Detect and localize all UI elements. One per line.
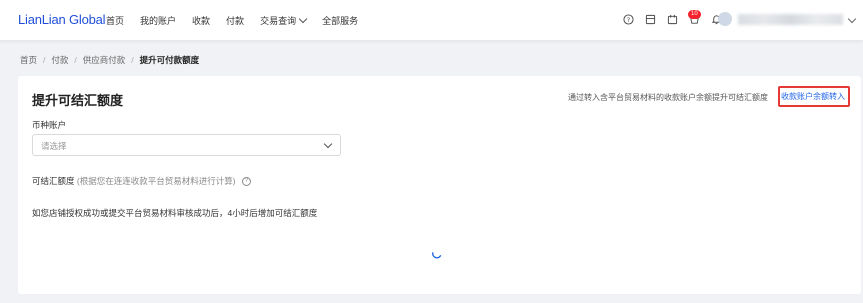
user-avatar[interactable] xyxy=(718,12,732,26)
select-placeholder: 请选择 xyxy=(41,141,67,151)
breadcrumb: 首页 / 付款 / 供应商付款 / 提升可付款额度 xyxy=(20,54,199,66)
settlement-quota-note: (根据您在连连收款平台贸易材料进行计算) xyxy=(76,176,236,186)
quota-increase-notice: 如您店铺授权成功或提交平台贸易材料审核成功后，4小时后增加可结汇额度 xyxy=(32,208,318,218)
nav-transaction-query[interactable]: 交易查询 xyxy=(260,14,308,27)
username-redacted[interactable] xyxy=(738,14,843,25)
balance-transfer-hint: 通过转入含平台贸易材料的收款账户余额提升可结汇额度 xyxy=(568,93,768,102)
breadcrumb-supplier-payment[interactable]: 供应商付款 xyxy=(83,54,126,66)
breadcrumb-separator: / xyxy=(74,55,77,65)
main-nav: 首页 我的账户 收款 付款 交易查询 全部服务 xyxy=(106,0,374,40)
nav-transaction-query-label: 交易查询 xyxy=(260,15,297,26)
currency-account-select[interactable]: 请选择 xyxy=(32,134,341,156)
breadcrumb-home[interactable]: 首页 xyxy=(20,54,37,66)
page-title: 提升可结汇额度 xyxy=(32,93,124,108)
notification-badge: 10 xyxy=(688,10,701,19)
settlement-quota-label: 可结汇额度 (根据您在连连收款平台贸易材料进行计算) ? xyxy=(32,175,251,187)
nav-my-account[interactable]: 我的账户 xyxy=(140,14,176,27)
user-menu-chevron-icon[interactable] xyxy=(847,14,857,24)
svg-text:?: ? xyxy=(626,15,629,23)
balance-transfer-link[interactable]: 收款账户余额转入 xyxy=(778,86,850,107)
nav-payment[interactable]: 付款 xyxy=(226,14,244,27)
chevron-down-icon xyxy=(323,139,333,149)
question-icon[interactable]: ? xyxy=(241,177,251,187)
nav-all-services[interactable]: 全部服务 xyxy=(322,14,358,27)
calendar-icon[interactable] xyxy=(665,12,679,26)
chevron-down-icon xyxy=(298,14,308,23)
brand-logo[interactable]: LianLian Global xyxy=(18,12,106,27)
breadcrumb-current: 提升可付款额度 xyxy=(139,55,200,65)
breadcrumb-payment[interactable]: 付款 xyxy=(51,54,68,66)
currency-account-label: 币种账户 xyxy=(32,120,67,130)
breadcrumb-separator: / xyxy=(131,55,134,65)
nav-home[interactable]: 首页 xyxy=(106,14,124,27)
breadcrumb-separator: / xyxy=(43,55,46,65)
nav-receive[interactable]: 收款 xyxy=(192,14,210,27)
main-card: 提升可结汇额度 通过转入含平台贸易材料的收款账户余额提升可结汇额度 收款账户余额… xyxy=(18,76,861,294)
loading-spinner-icon xyxy=(432,252,442,259)
top-navigation-bar: LianLian Global 首页 我的账户 收款 付款 交易查询 全部服务 … xyxy=(0,0,863,41)
help-icon[interactable]: ? xyxy=(621,12,635,26)
settlement-quota-title: 可结汇额度 xyxy=(32,176,75,186)
header-icons: ? xyxy=(613,12,723,26)
document-icon[interactable] xyxy=(643,12,657,26)
